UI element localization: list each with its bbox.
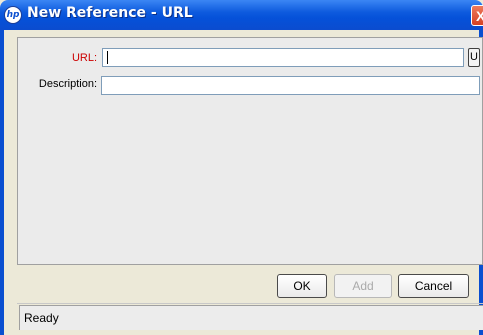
url-input[interactable] bbox=[102, 48, 464, 67]
hp-logo-icon: hp bbox=[5, 7, 21, 23]
url-label: URL: bbox=[71, 52, 97, 64]
status-bar: Ready bbox=[19, 305, 483, 330]
url-picker-button[interactable]: U bbox=[468, 48, 480, 67]
text-caret bbox=[107, 51, 108, 64]
close-button[interactable]: X bbox=[471, 5, 483, 26]
dialog-window: hp New Reference - URL X URL: U Descript… bbox=[0, 0, 483, 335]
ok-button[interactable]: OK bbox=[277, 274, 327, 298]
window-border-left bbox=[0, 30, 4, 335]
description-label: Description: bbox=[38, 78, 97, 90]
description-input[interactable] bbox=[101, 76, 480, 95]
form-panel bbox=[17, 37, 483, 265]
status-text: Ready bbox=[24, 311, 59, 325]
cancel-button[interactable]: Cancel bbox=[398, 274, 469, 298]
window-title: New Reference - URL bbox=[27, 5, 193, 21]
status-divider bbox=[17, 303, 483, 304]
add-button[interactable]: Add bbox=[334, 274, 392, 298]
close-icon: X bbox=[476, 8, 483, 24]
title-bar: hp New Reference - URL X bbox=[0, 0, 483, 30]
